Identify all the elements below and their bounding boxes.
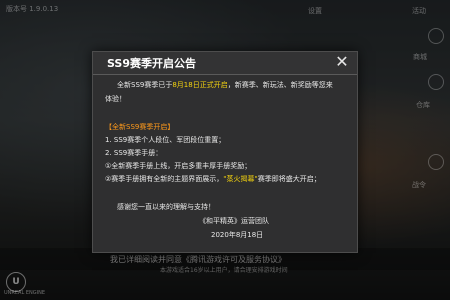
- bg-mail-icon: [428, 28, 444, 44]
- signature-text: 《和平精英》运营团队: [199, 217, 269, 225]
- age-notice-text: 本游戏适合16岁以上用户，请合理安排游戏时间: [160, 267, 288, 274]
- announcement-dialog: SS9赛季开启公告 ✕ 全新SS9赛季已于8月18日正式开启，新赛季、新玩法、新…: [92, 51, 358, 253]
- announcement-body: 全新SS9赛季已于8月18日正式开启，新赛季、新玩法、新奖励等您来 体验！ 【全…: [103, 80, 347, 246]
- item-2: 2. SS9赛季手册：: [105, 149, 163, 157]
- bg-menu-inventory: 仓库: [416, 101, 430, 109]
- thanks-text: 感谢您一直以来的理解与支持！: [117, 203, 215, 211]
- bg-menu-pass: 战令: [412, 181, 426, 189]
- item-1: 1. SS9赛季个人段位、军团段位重置；: [105, 136, 226, 144]
- bg-menu-shop: 商城: [413, 53, 427, 61]
- dialog-title: SS9赛季开启公告: [107, 57, 197, 70]
- bg-menu-settings: 设置: [308, 7, 322, 15]
- item-2b-text: ②赛季手册拥有全新的主题界面展示，: [105, 175, 224, 183]
- unreal-logo-icon: U: [6, 272, 26, 292]
- bg-event-icon: [428, 154, 444, 170]
- intro-text-tail: ，新赛季、新玩法、新奖励等您来: [227, 81, 333, 89]
- version-label: 版本号 1.9.0.13: [6, 5, 59, 13]
- item-2b-tail: 赛季即将盛大开启；: [257, 175, 321, 183]
- bg-menu-activity: 活动: [412, 7, 426, 15]
- engine-label: UNREAL ENGINE: [4, 290, 45, 296]
- date-text: 2020年8月18日: [211, 231, 264, 239]
- launch-date-highlight: 8月18日正式开启: [172, 81, 228, 89]
- item-2a: ①全新赛季手册上线，开启多重丰厚手册奖励；: [105, 162, 252, 170]
- dialog-header: SS9赛季开启公告 ✕: [93, 52, 357, 75]
- item-2b: ②赛季手册拥有全新的主题界面展示，"蒸火揭幕"赛季即将盛大开启；: [105, 174, 321, 184]
- season-name-highlight: "蒸火揭幕": [223, 175, 258, 183]
- intro-text: 全新SS9赛季已于: [117, 81, 173, 89]
- agreement-text: 我已详细阅读并同意《腾讯游戏许可及服务协议》: [110, 255, 286, 264]
- section-title: 【全新SS9赛季开启】: [105, 123, 175, 131]
- bg-friends-icon: [428, 74, 444, 90]
- intro-line-1: 全新SS9赛季已于8月18日正式开启，新赛季、新玩法、新奖励等您来: [117, 80, 333, 90]
- close-icon: ✕: [335, 52, 349, 71]
- intro-line-2: 体验！: [105, 95, 126, 103]
- close-button[interactable]: ✕: [332, 52, 352, 72]
